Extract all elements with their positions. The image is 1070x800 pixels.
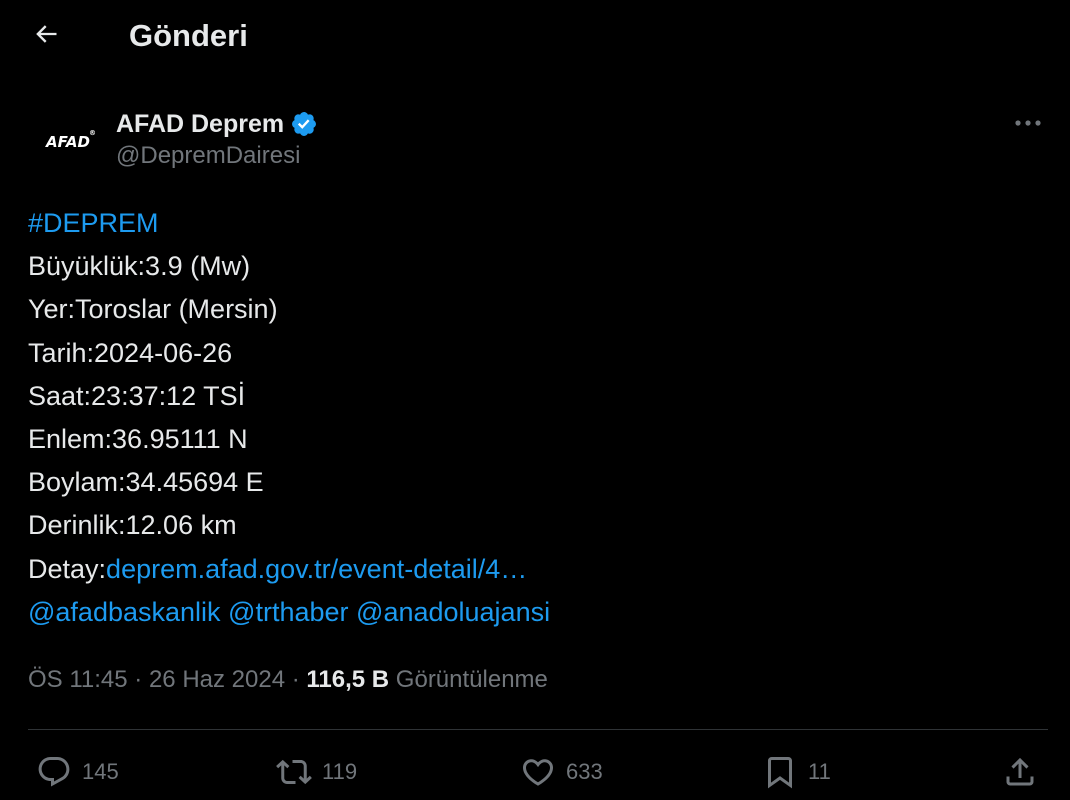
mention-link[interactable]: @trthaber [228, 597, 348, 627]
back-button[interactable] [26, 16, 66, 56]
like-button[interactable]: 633 [520, 746, 603, 798]
post-time[interactable]: ÖS 11:45 [28, 666, 128, 693]
meta-separator: · [285, 666, 307, 693]
top-bar: Gönderi [0, 0, 1070, 72]
heart-icon [520, 754, 556, 790]
depth-line: Derinlik:12.06 km [28, 510, 237, 541]
page-title: Gönderi [129, 18, 248, 53]
detail-line: Detay:deprem.afad.gov.tr/event-detail/4… [28, 548, 1048, 591]
meta-separator: · [127, 666, 149, 693]
mentions-line: @afadbaskanlik @trthaber @anadoluajansi [28, 591, 1048, 634]
longitude-line: Boylam:34.45694 E [28, 467, 264, 498]
share-button[interactable] [1002, 746, 1038, 798]
share-icon [1002, 754, 1038, 790]
repost-count: 119 [322, 759, 358, 784]
bookmark-count: 11 [808, 759, 831, 784]
arrow-left-icon [32, 20, 60, 53]
detail-label: Detay: [28, 553, 107, 584]
time-line: Saat:23:37:12 TSİ [28, 380, 246, 411]
more-horizontal-icon [1013, 115, 1043, 133]
magnitude-line: Büyüklük:3.9 (Mw) [28, 251, 251, 282]
more-options-button[interactable] [1008, 110, 1048, 138]
name-row: AFAD Deprem [116, 106, 320, 142]
mention-link[interactable]: @afadbaskanlik [28, 597, 221, 627]
post-author: AFAD ® AFAD Deprem @DepremDairesi [28, 102, 1048, 182]
post-text: #DEPREM Büyüklük:3.9 (Mw) Yer:Toroslar (… [28, 202, 1048, 634]
date-line: Tarih:2024-06-26 [28, 337, 233, 368]
bookmark-button[interactable]: 11 [762, 746, 831, 798]
reply-button[interactable]: 145 [36, 746, 119, 798]
views-label: Görüntülenme [395, 666, 548, 693]
reply-icon [36, 754, 72, 790]
mention-link[interactable]: @anadoluajansi [356, 597, 550, 627]
views-count[interactable]: 116,5 B [306, 666, 389, 693]
hashtag-link[interactable]: #DEPREM [28, 208, 159, 238]
post-meta: ÖS 11:45 · 26 Haz 2024 · 116,5 B Görüntü… [28, 662, 548, 698]
divider [28, 729, 1048, 730]
action-bar: 145 119 633 11 [28, 746, 1048, 798]
repost-button[interactable]: 119 [276, 746, 357, 798]
bookmark-icon [762, 754, 798, 790]
repost-icon [276, 754, 312, 790]
avatar[interactable]: AFAD ® [28, 102, 108, 182]
like-count: 633 [566, 759, 603, 784]
latitude-line: Enlem:36.95111 N [28, 424, 248, 455]
user-handle[interactable]: @DepremDairesi [116, 142, 300, 170]
post-date[interactable]: 26 Haz 2024 [149, 666, 285, 693]
location-line: Yer:Toroslar (Mersin) [28, 294, 278, 325]
display-name[interactable]: AFAD Deprem [116, 110, 284, 139]
verified-badge-icon[interactable] [290, 109, 320, 139]
avatar-logo: AFAD ® [46, 129, 96, 151]
detail-link[interactable]: deprem.afad.gov.tr/event-detail/4… [106, 554, 527, 584]
reply-count: 145 [82, 759, 119, 784]
